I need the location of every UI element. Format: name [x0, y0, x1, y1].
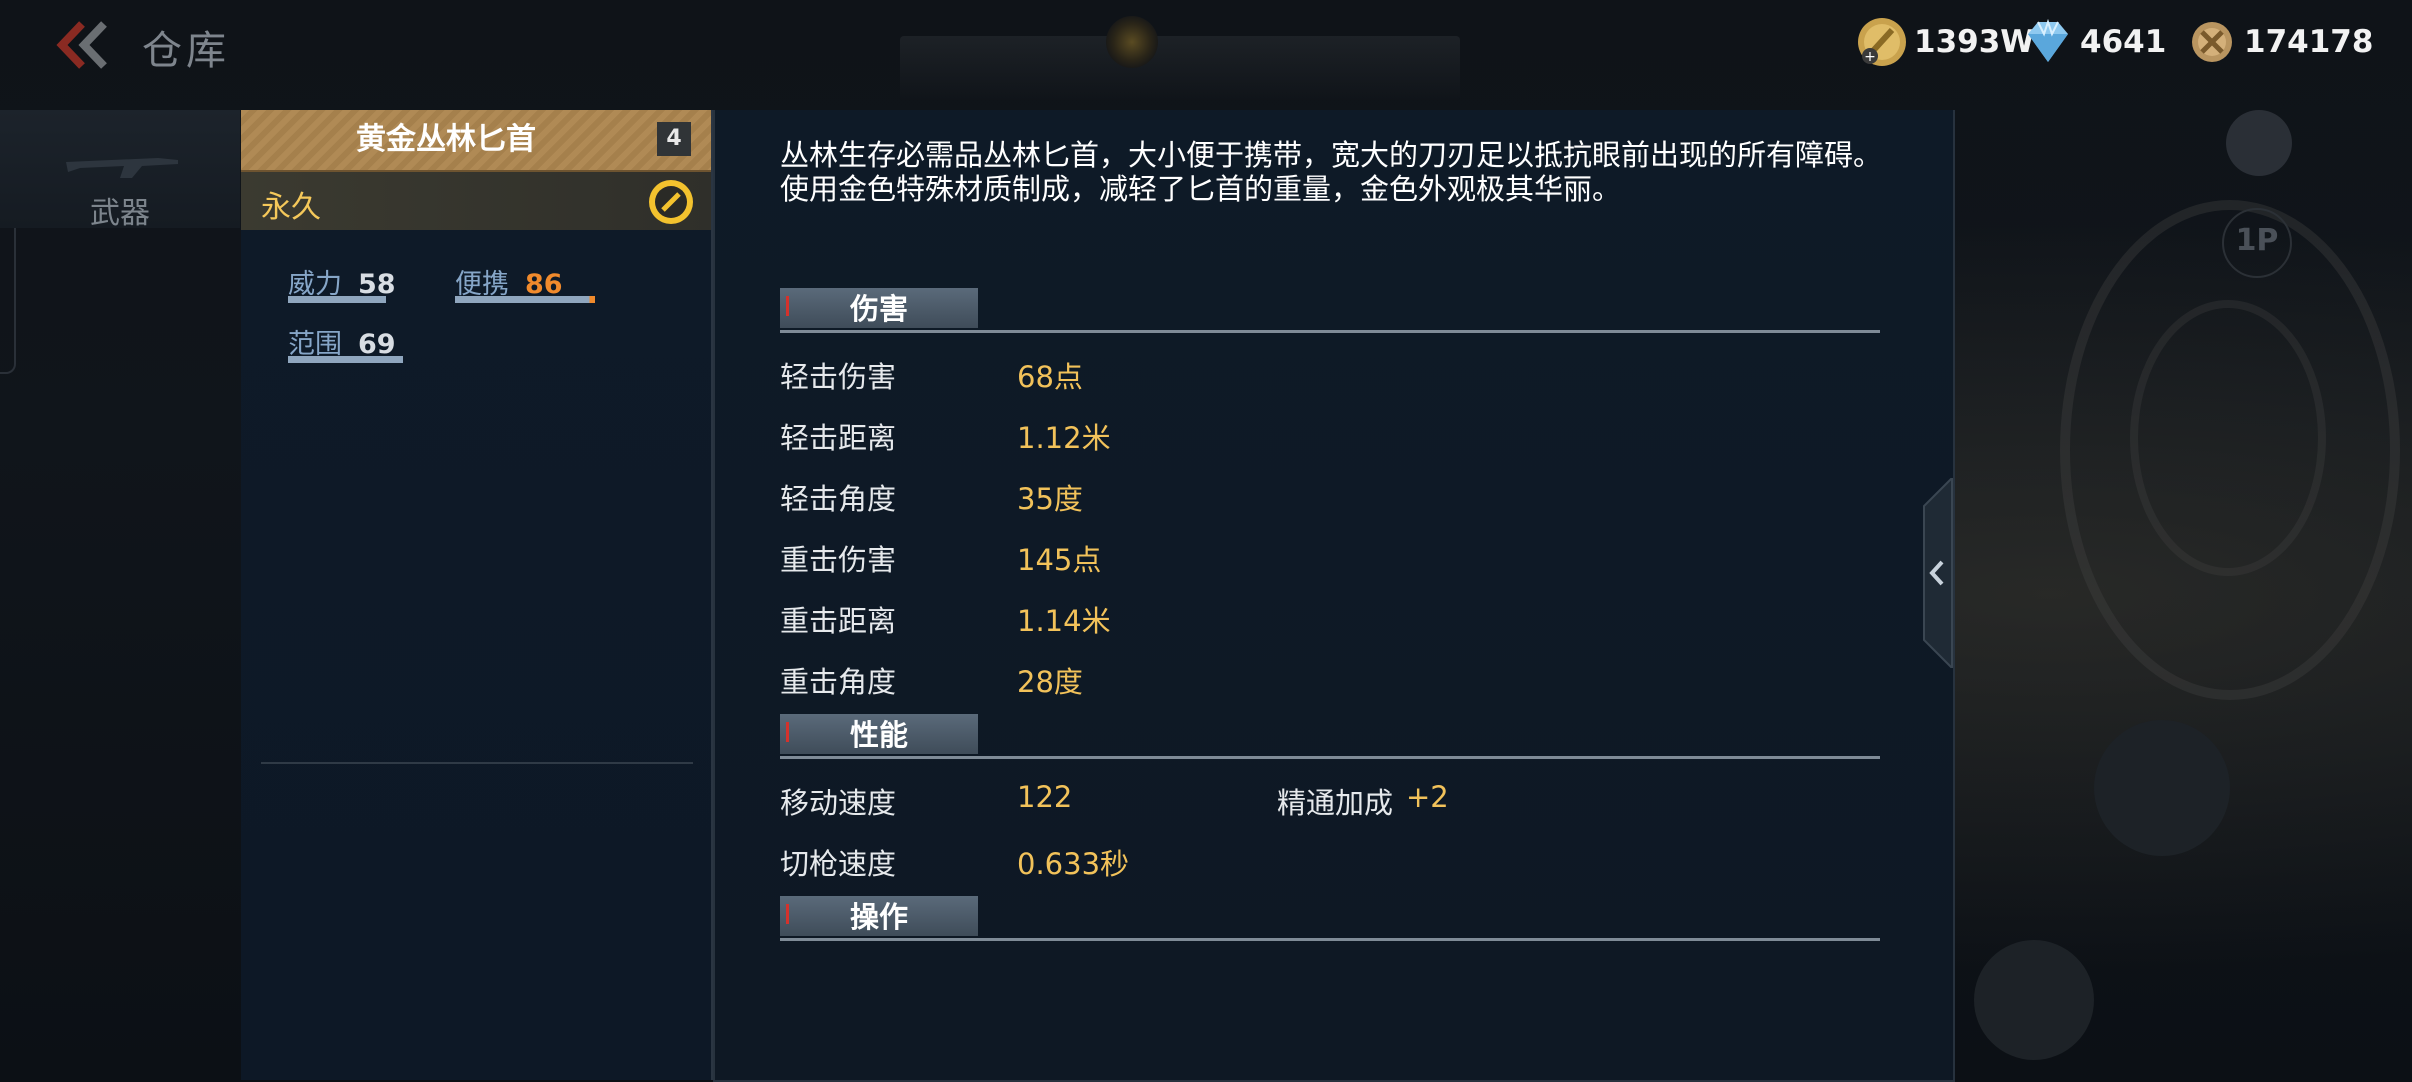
fire-button-ghost — [2094, 720, 2230, 856]
settings-icon — [2226, 110, 2292, 176]
section-operation-header: 操作 — [780, 896, 1880, 941]
stat-row-label: 重击角度 — [780, 665, 897, 699]
section-underline — [780, 756, 1880, 759]
sidebar-tab-weapons[interactable]: 武器 — [0, 110, 240, 231]
stat-row-label: 轻击伤害 — [780, 360, 897, 394]
top-bar: 仓库 + 1393W 4641 174178 — [0, 0, 2412, 100]
item-duration: 永久 — [261, 190, 321, 225]
diamond-value: 4641 — [2080, 24, 2167, 60]
stat-bar-power — [288, 296, 386, 303]
stat-row-value: 0.633秒 — [1017, 847, 1130, 881]
collapse-panel-button[interactable] — [1918, 475, 1954, 671]
section-title: 性能 — [849, 718, 908, 752]
section-underline — [780, 938, 1880, 941]
item-duration-row: 永久 — [241, 172, 711, 230]
panel-divider — [261, 762, 693, 764]
stat-row-label: 重击伤害 — [780, 543, 897, 577]
honor-currency[interactable]: 174178 — [2186, 14, 2373, 70]
back-button[interactable] — [54, 18, 114, 72]
item-detail-panel: 丛林生存必需品丛林匕首，大小便于携带，宽大的刀刃足以抵抗眼前出现的所有障碍。使用… — [713, 110, 1955, 1082]
gold-coin-icon: + — [1858, 18, 1906, 66]
knife-badge-icon — [649, 180, 693, 224]
gold-coin-value: 1393W — [1914, 24, 2035, 60]
section-title: 操作 — [849, 900, 908, 934]
stat-row-label: 重击距离 — [780, 604, 897, 638]
stat-row-label: 切枪速度 — [780, 847, 897, 881]
item-header: 黄金丛林匕首 4 — [241, 110, 711, 172]
stat-row-value: 1.14米 — [1017, 604, 1111, 638]
mastery-bonus-label: 精通加成 — [1277, 786, 1394, 820]
rifle-icon — [66, 158, 178, 178]
section-performance-header: 性能 — [780, 714, 1880, 759]
stat-bar-portability — [455, 296, 595, 303]
sidebar-tab-label: 武器 — [90, 196, 150, 231]
diamond-icon — [2028, 18, 2068, 62]
stat-bar-range — [288, 356, 403, 363]
stat-row-value: 28度 — [1017, 665, 1083, 699]
item-summary-panel: 黄金丛林匕首 4 永久 威力 58 便携 86 范围 69 — [241, 110, 713, 1080]
diamond-currency[interactable]: 4641 — [2022, 14, 2166, 70]
background-target-ring-inner — [2130, 300, 2326, 576]
item-level-badge: 4 — [657, 122, 691, 156]
chevron-left-icon — [1923, 475, 1953, 671]
topbar-backdrop — [900, 36, 1460, 100]
honor-value: 174178 — [2244, 24, 2374, 60]
honor-medal-icon — [2192, 22, 2232, 62]
item-description: 丛林生存必需品丛林匕首，大小便于携带，宽大的刀刃足以抵抗眼前出现的所有障碍。使用… — [780, 138, 1883, 206]
page-title: 仓库 — [142, 28, 230, 74]
section-title: 伤害 — [849, 292, 908, 326]
stat-row-value: 1.12米 — [1017, 421, 1111, 455]
item-name: 黄金丛林匕首 — [356, 122, 536, 157]
center-orb-icon — [1106, 16, 1158, 68]
mastery-bonus-value: +2 — [1406, 780, 1449, 814]
section-underline — [780, 330, 1880, 333]
stat-row-value: 35度 — [1017, 482, 1083, 516]
svg-text:+: + — [1864, 49, 1876, 65]
gold-coin-currency[interactable]: + 1393W — [1856, 14, 2034, 70]
stat-row-label: 移动速度 — [780, 786, 897, 820]
view-toggle-button: 1P — [2222, 208, 2292, 278]
stat-row-value: 122 — [1017, 780, 1073, 814]
stat-row-label: 轻击角度 — [780, 482, 897, 516]
section-damage-header: 伤害 — [780, 288, 1880, 333]
swap-weapon-icon — [1974, 940, 2094, 1060]
stat-row-value: 145点 — [1017, 543, 1102, 577]
stat-row-value: 68点 — [1017, 360, 1083, 394]
stat-row-label: 轻击距离 — [780, 421, 897, 455]
double-chevron-left-icon — [56, 21, 107, 69]
